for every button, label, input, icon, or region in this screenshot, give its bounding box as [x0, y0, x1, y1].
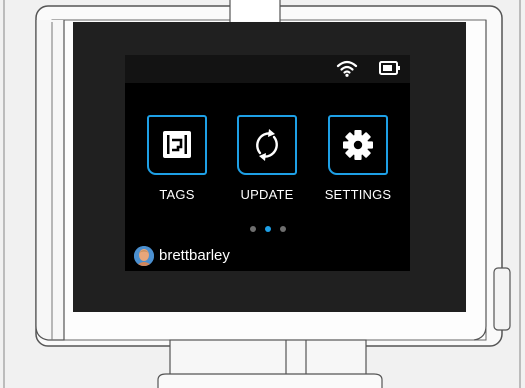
- page-dot-active[interactable]: [265, 226, 271, 232]
- status-bar: [125, 55, 410, 83]
- avatar: [134, 246, 154, 266]
- settings-tile[interactable]: SETTINGS: [325, 115, 391, 205]
- username: brettbarley: [159, 247, 230, 264]
- settings-label: SETTINGS: [324, 187, 392, 202]
- update-tile[interactable]: UPDATE: [237, 115, 297, 205]
- sync-icon: [256, 129, 278, 161]
- tag-icon: [163, 131, 191, 158]
- page-dot[interactable]: [280, 226, 286, 232]
- battery-icon: [379, 61, 400, 75]
- gear-icon: [343, 130, 373, 160]
- wifi-icon: [336, 60, 358, 77]
- device-screen: TAGS UPDATE SETTINGS brettbarley: [125, 55, 410, 271]
- tags-tile[interactable]: TAGS: [147, 115, 207, 205]
- gear-icon-frame: [328, 115, 388, 175]
- sync-icon-frame: [237, 115, 297, 175]
- page-dot[interactable]: [250, 226, 256, 232]
- tag-icon-frame: [147, 115, 207, 175]
